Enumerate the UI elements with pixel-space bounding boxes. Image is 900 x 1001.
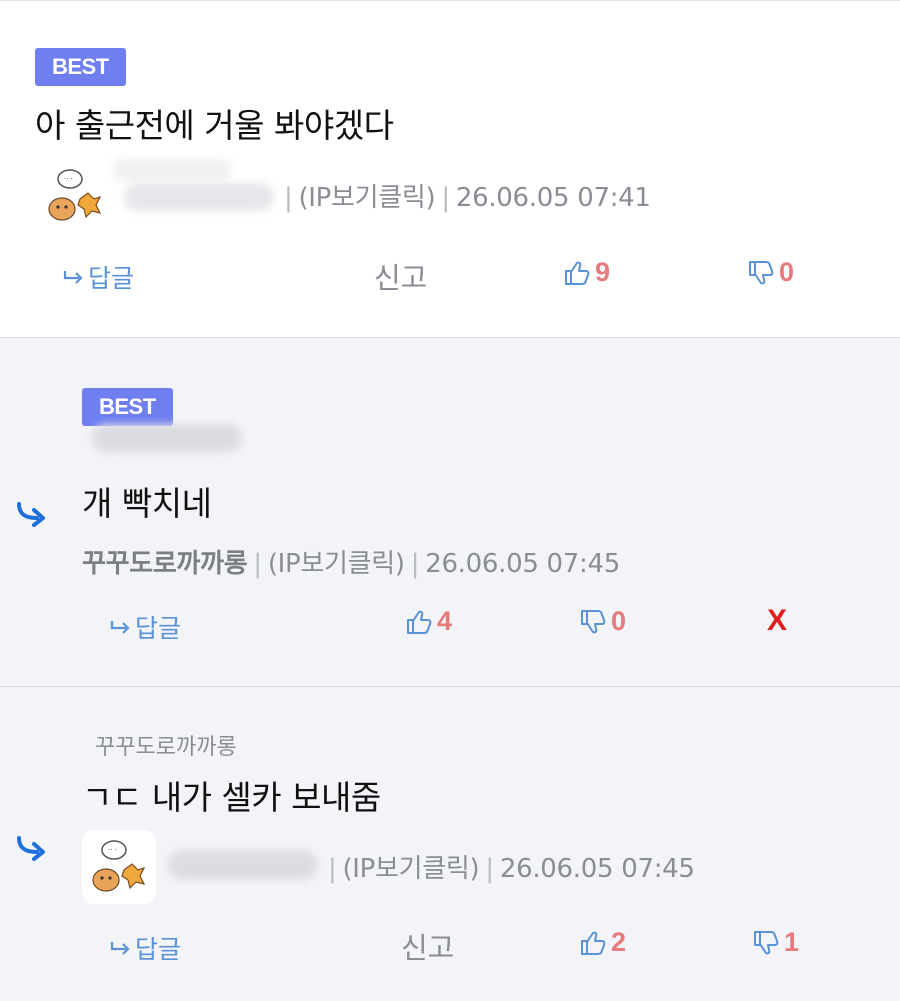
comment-meta: 꾸꾸도로까까롱 | (IP보기클릭) | 26.06.05 07:45 [82,549,620,579]
reply-arrow-icon [17,502,45,527]
avatar-image-icon: ·· · [48,169,102,221]
reply-small-arrow-icon [63,271,83,284]
comment-date: 26.06.05 07:45 [425,549,620,579]
reply-comment-item: 꾸꾸도로까까롱 ㄱㄷ 내가 셀카 보내줌 ·· · | (IP보기클릭) | 26.0… [0,686,900,1001]
comment-meta: | (IP보기클릭) | 26.06.05 07:41 [284,183,651,213]
reply-arrow-icon [17,836,45,861]
blurred-nickname [168,850,318,880]
reply-comment-item: BEST 개 빡치네 꾸꾸도로까까롱 | (IP보기클릭) | 26.06.05 07:… [0,337,900,686]
thumbs-down-icon [749,260,774,284]
comment-text: 아 출근전에 거울 봐야겠다 [35,106,394,145]
thumbs-down-icon [581,609,606,633]
comment-item: BEST 아 출근전에 거울 봐야겠다 ·· · | (IP보기클릭) | 26.06… [0,0,900,337]
best-badge: BEST [35,48,126,86]
reply-label: 답글 [135,614,182,643]
comment-date: 26.06.05 07:41 [455,183,651,213]
reply-label: 답글 [135,935,182,964]
reply-label: 답글 [88,264,135,293]
comment-text: ㄱㄷ 내가 셀카 보내줌 [82,778,381,817]
ip-link[interactable]: (IP보기클릭) [342,854,479,884]
user-avatar[interactable]: ·· · [40,159,114,233]
report-button[interactable]: 신고 [401,925,454,967]
like-button[interactable]: 9 [562,257,610,288]
dislike-button[interactable]: 0 [578,606,626,637]
thumbs-down-icon [754,930,779,954]
like-button[interactable]: 2 [578,927,626,958]
ip-link[interactable]: (IP보기클릭) [298,183,435,213]
delete-label: X [767,604,788,637]
reply-button[interactable]: 답글 [63,259,134,295]
dislike-button[interactable]: 1 [751,927,799,958]
comment-date: 26.06.05 07:45 [499,854,695,884]
dislike-count: 0 [779,257,795,287]
comment-meta: | (IP보기클릭) | 26.06.05 07:45 [328,854,695,884]
reply-small-arrow-icon [110,621,130,634]
like-count: 4 [437,606,453,636]
blurred-nickname [112,159,232,181]
blurred-nickname [124,183,274,211]
dislike-count: 1 [784,927,800,957]
like-button[interactable]: 4 [404,606,452,637]
like-count: 9 [595,257,611,287]
thumbs-up-icon [565,261,590,285]
blurred-parent-nickname [92,424,242,452]
dislike-count: 0 [611,606,627,636]
thumbs-up-icon [407,610,432,634]
ip-link[interactable]: (IP보기클릭) [268,549,405,579]
reply-button[interactable]: 답글 [110,930,181,966]
report-label: 신고 [401,931,455,965]
thumbs-up-icon [581,931,606,955]
reply-button[interactable]: 답글 [110,609,181,645]
parent-nickname: 꾸꾸도로까까롱 [95,735,237,760]
author-nickname[interactable]: 꾸꾸도로까까롱 [82,549,248,579]
best-badge: BEST [82,388,173,426]
reply-small-arrow-icon [110,942,130,955]
user-avatar[interactable]: ·· · [82,830,156,904]
delete-button[interactable]: X [767,604,787,638]
like-count: 2 [611,927,627,957]
comment-text: 개 빡치네 [82,484,212,523]
report-label: 신고 [374,261,428,295]
svg-text:·· ·: ·· · [64,175,73,183]
dislike-button[interactable]: 0 [746,257,794,288]
svg-text:·· ·: ·· · [108,846,117,854]
report-button[interactable]: 신고 [374,255,427,297]
avatar-image-icon: ·· · [92,840,146,892]
